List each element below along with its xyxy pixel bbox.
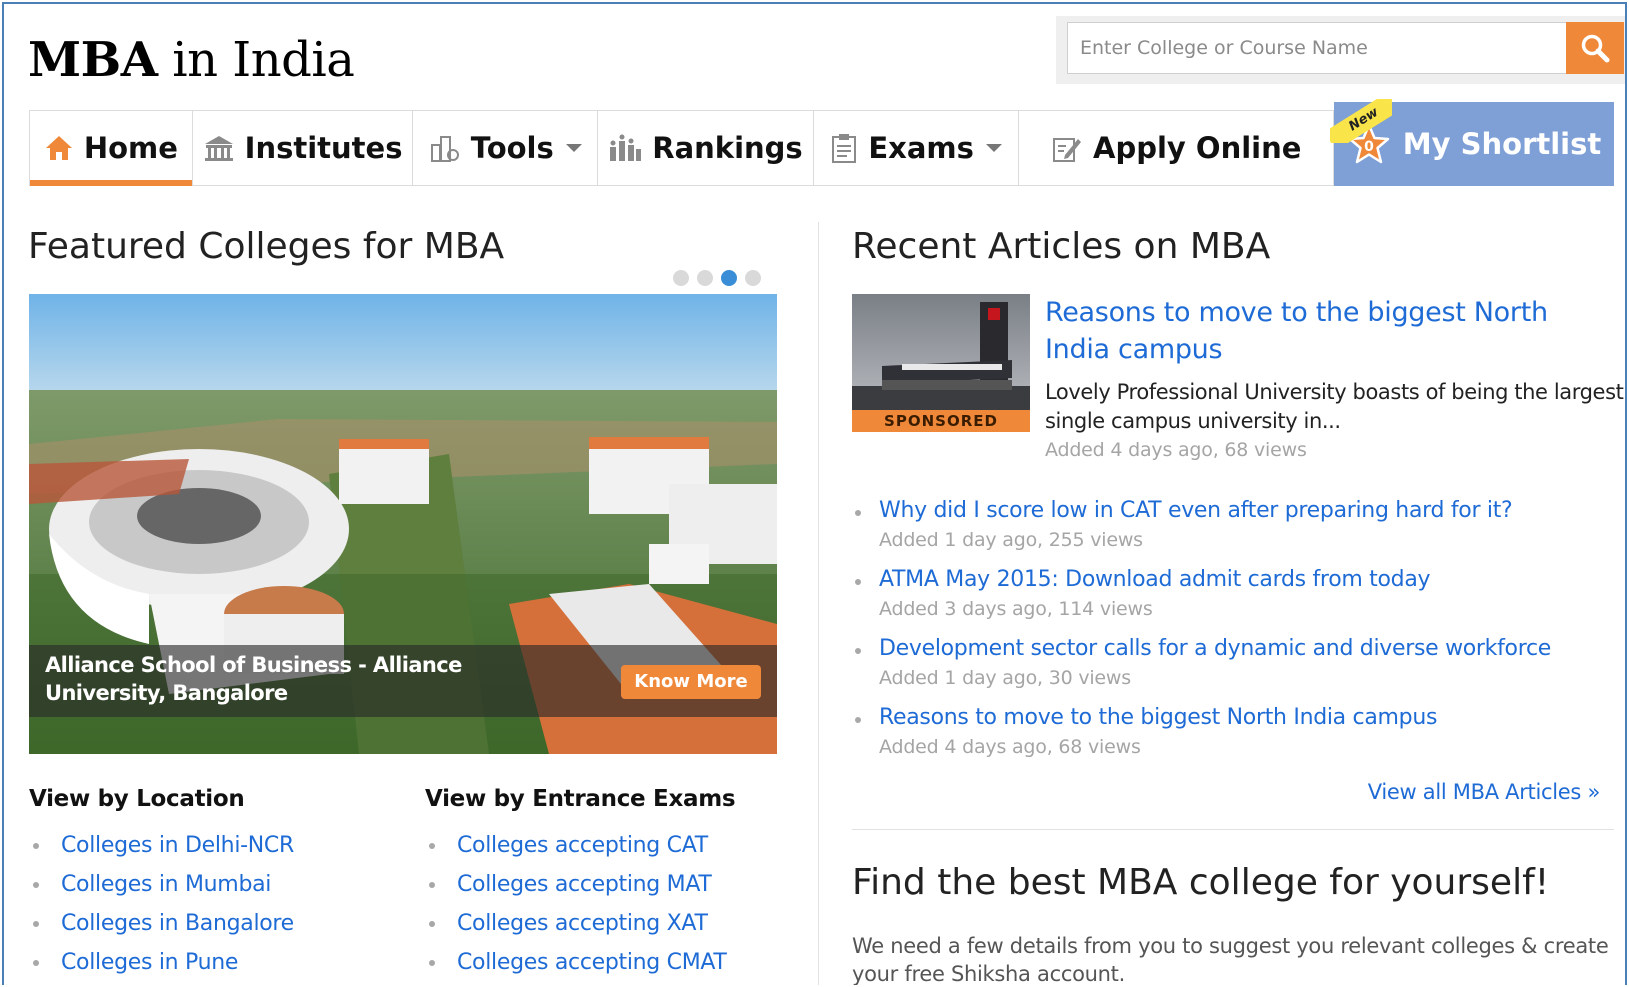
list-item: Colleges accepting XAT [425,904,727,943]
article-list: Why did I score low in CAT even after pr… [852,496,1612,772]
nav-tools[interactable]: Tools [413,111,599,185]
nav-rankings[interactable]: Rankings [598,111,814,185]
rankings-icon [610,134,642,161]
location-link[interactable]: Colleges in Pune [61,950,238,975]
list-item: Colleges accepting CMAT [425,943,727,982]
location-link[interactable]: Colleges in Mumbai [61,872,271,897]
carousel-dot-active[interactable] [721,270,737,286]
tools-icon [430,136,459,162]
apply-online-icon [1053,138,1082,162]
find-college-heading: Find the best MBA college for yourself! [852,862,1550,903]
college-name: Alliance School of Business - Alliance U… [45,653,462,705]
nav-rankings-label: Rankings [652,131,803,165]
sponsored-badge: SPONSORED [852,410,1030,432]
location-heading: View by Location [29,786,245,812]
article-meta: Added 1 day ago, 30 views [879,667,1131,689]
location-links: Colleges in Delhi-NCR Colleges in Mumbai… [29,826,294,982]
exam-link[interactable]: Colleges accepting MAT [457,872,712,897]
list-item: Colleges in Delhi-NCR [29,826,294,865]
article-meta: Added 4 days ago, 68 views [879,736,1141,758]
institute-icon [204,136,233,161]
chevron-down-icon [565,144,582,152]
site-title-bold: MBA [28,32,158,88]
search-icon [1581,34,1610,63]
nav-apply-online-label: Apply Online [1093,131,1302,165]
home-icon [45,136,72,160]
list-item: Reasons to move to the biggest North Ind… [852,703,1612,772]
featured-article-meta: Added 4 days ago, 68 views [1045,439,1307,461]
slide-caption: Alliance School of Business - Alliance U… [29,645,777,717]
list-item: Why did I score low in CAT even after pr… [852,496,1612,565]
article-meta: Added 1 day ago, 255 views [879,529,1143,551]
carousel-dot[interactable] [673,270,689,286]
exam-link[interactable]: Colleges accepting CAT [457,833,708,858]
carousel-dots [673,270,761,286]
nav-exams-label: Exams [868,131,974,165]
nav-home-label: Home [83,131,178,165]
nav-institutes-label: Institutes [244,131,403,165]
exam-link[interactable]: Colleges accepting CMAT [457,950,727,975]
featured-article-description: Lovely Professional University boasts of… [1045,380,1624,433]
exam-links: Colleges accepting CAT Colleges acceptin… [425,826,727,982]
featured-article-thumbnail[interactable]: SPONSORED [852,294,1030,432]
exam-link[interactable]: Colleges accepting XAT [457,911,708,936]
exams-icon [832,134,857,163]
nav-tools-label: Tools [470,131,554,165]
main-nav: Home Institutes Tools Rankings Exams App… [29,110,1334,186]
site-title-rest: in India [172,32,355,88]
list-item: ATMA May 2015: Download admit cards from… [852,565,1612,634]
article-link[interactable]: Reasons to move to the biggest North Ind… [879,703,1612,733]
location-link[interactable]: Colleges in Delhi-NCR [61,833,294,858]
shortlist-label: My Shortlist [1402,127,1602,161]
carousel-dot[interactable] [697,270,713,286]
featured-article-title[interactable]: Reasons to move to the biggest North Ind… [1045,294,1605,368]
articles-heading: Recent Articles on MBA [852,226,1271,267]
know-more-button[interactable]: Know More [621,665,761,699]
search-button[interactable] [1566,22,1624,74]
nav-institutes[interactable]: Institutes [193,111,414,185]
list-item: Colleges accepting MAT [425,865,727,904]
find-college-description: We need a few details from you to sugges… [852,934,1609,985]
view-all-articles-link[interactable]: View all MBA Articles » [1368,780,1601,804]
list-item: Development sector calls for a dynamic a… [852,634,1612,703]
list-item: Colleges in Bangalore [29,904,294,943]
new-badge-label: New [1330,99,1392,143]
list-item: Colleges accepting CAT [425,826,727,865]
carousel-dot[interactable] [745,270,761,286]
nav-apply-online[interactable]: Apply Online [1019,111,1333,185]
nav-exams[interactable]: Exams [814,111,1020,185]
featured-college-slide[interactable]: Alliance School of Business - Alliance U… [29,294,777,754]
list-item: Colleges in Pune [29,943,294,982]
article-meta: Added 3 days ago, 114 views [879,598,1153,620]
section-divider [852,829,1614,830]
page-frame: MBA in India Home Inst [2,2,1627,985]
article-link[interactable]: Why did I score low in CAT even after pr… [879,496,1612,526]
article-link[interactable]: Development sector calls for a dynamic a… [879,634,1612,664]
article-link[interactable]: ATMA May 2015: Download admit cards from… [879,565,1612,595]
new-badge: New [1330,99,1392,143]
featured-heading: Featured Colleges for MBA [28,226,505,267]
list-item: Colleges in Mumbai [29,865,294,904]
chevron-down-icon [985,144,1002,152]
column-divider [818,222,819,985]
nav-home[interactable]: Home [30,111,193,186]
search-input[interactable] [1067,22,1567,74]
exams-heading: View by Entrance Exams [425,786,736,812]
site-title: MBA in India [28,32,355,88]
location-link[interactable]: Colleges in Bangalore [61,911,294,936]
